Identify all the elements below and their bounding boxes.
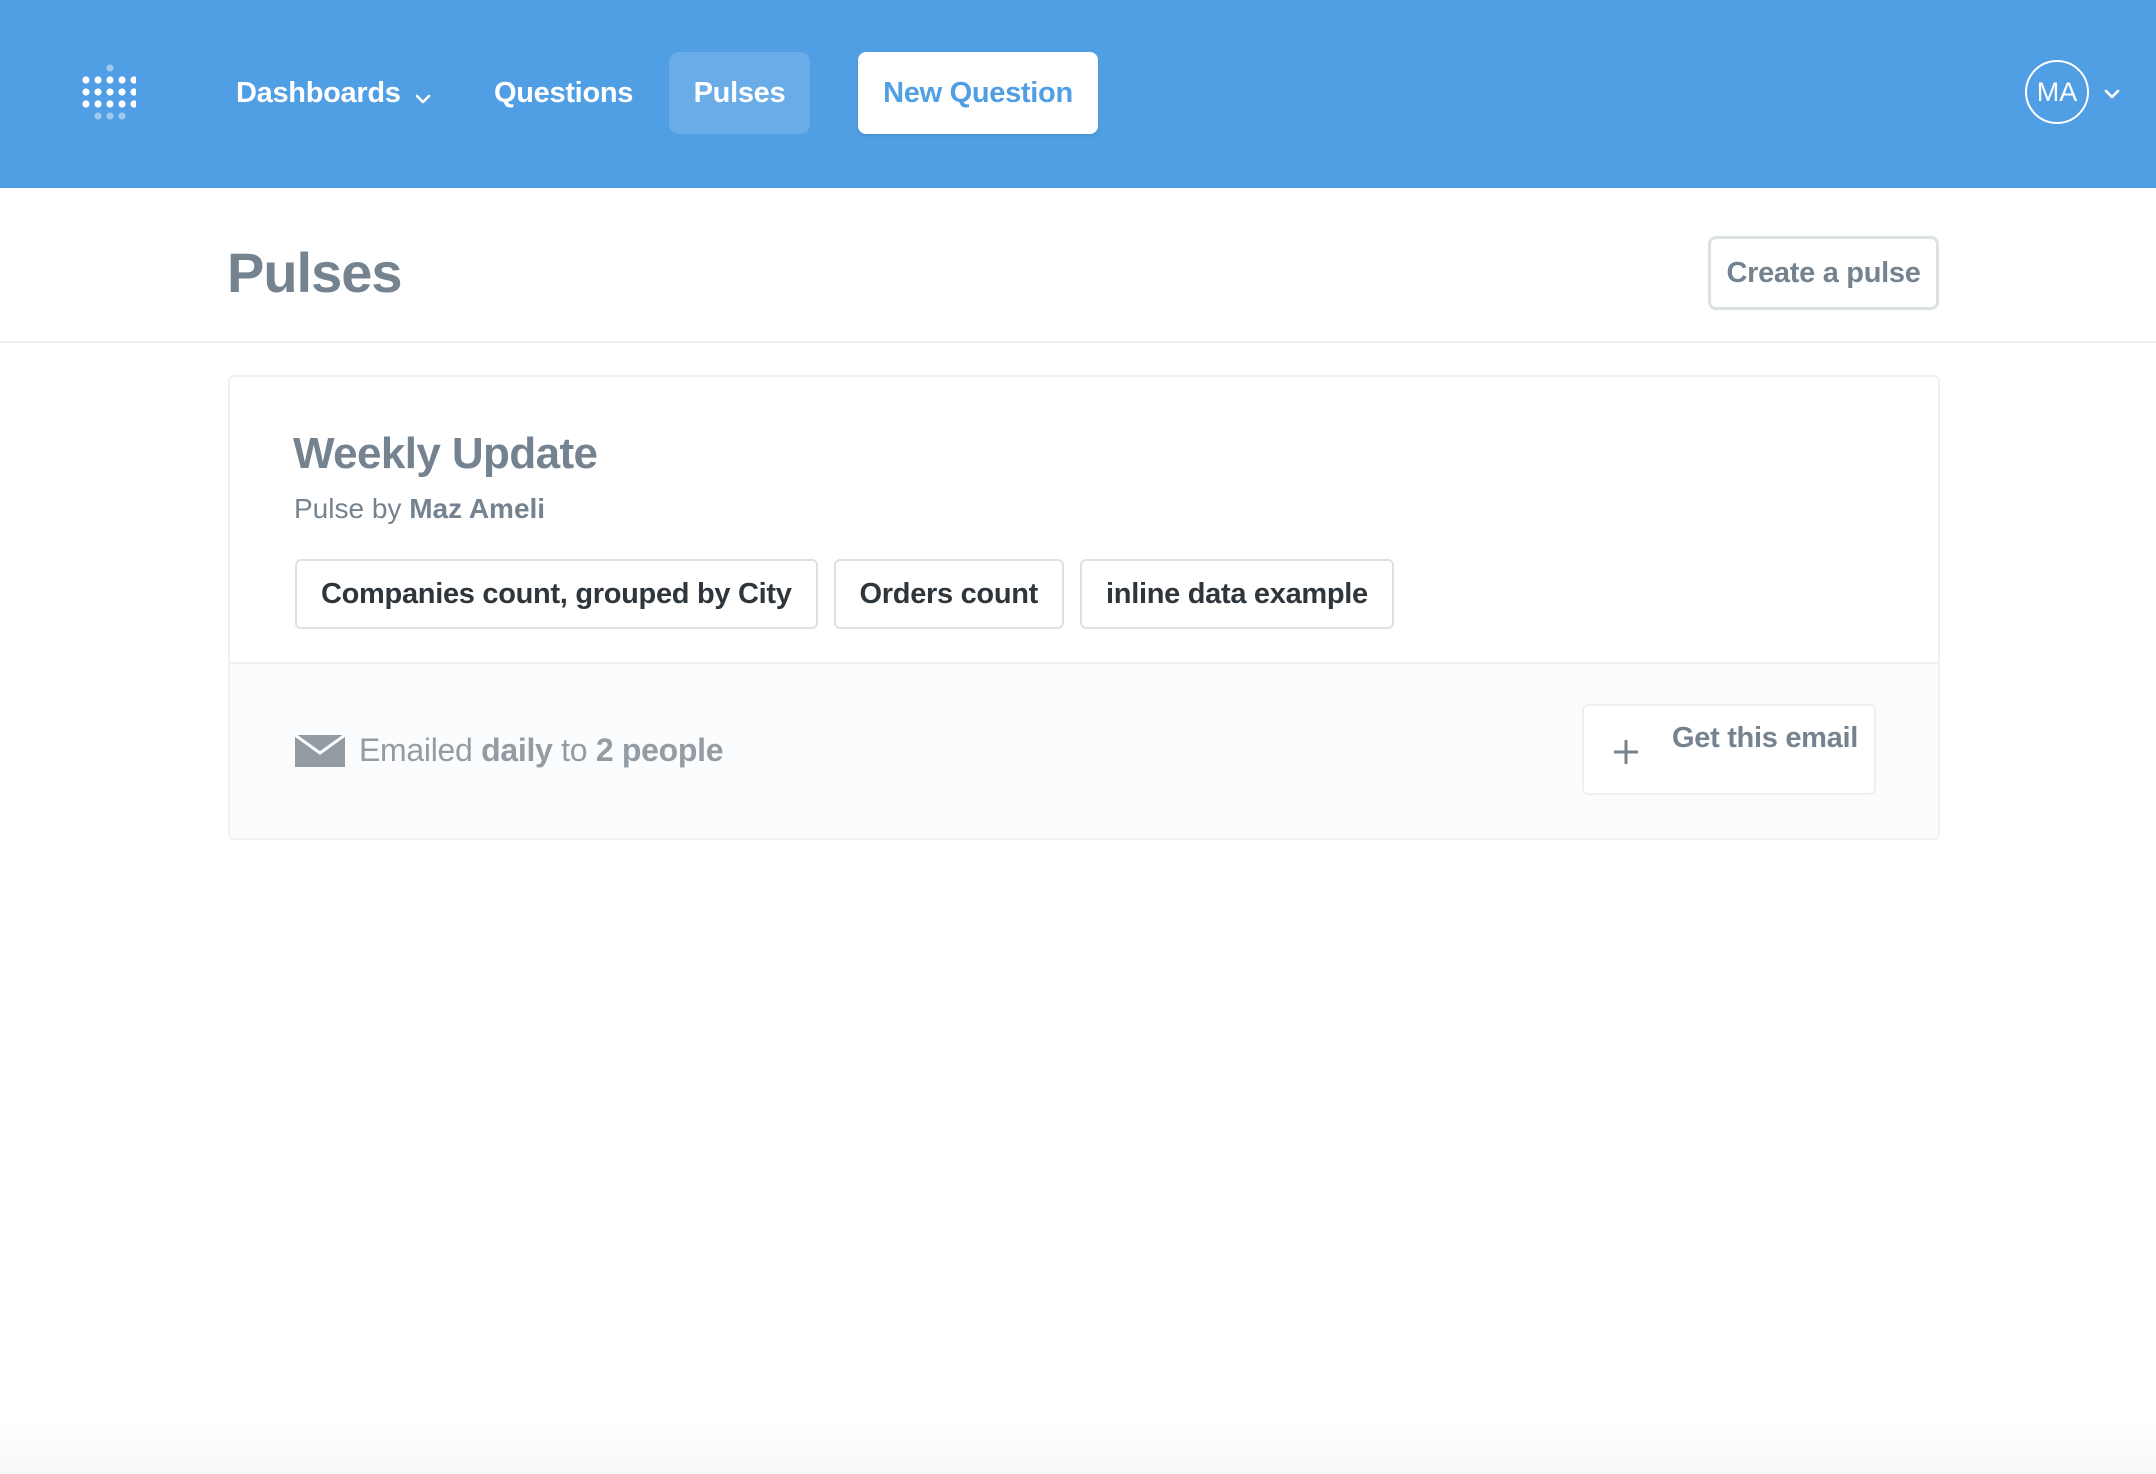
pulse-card-chip[interactable]: Companies count, grouped by City <box>295 559 818 629</box>
new-question-button[interactable]: New Question <box>858 52 1098 134</box>
pulse-creator: Maz Ameli <box>409 493 546 524</box>
metabase-logo-icon[interactable] <box>80 58 136 128</box>
create-pulse-button[interactable]: Create a pulse <box>1708 236 1939 310</box>
pulse-creator-line: Pulse by Maz Ameli <box>294 493 545 525</box>
nav-dashboards[interactable]: Dashboards <box>236 52 431 134</box>
nav-questions[interactable]: Questions <box>494 52 633 134</box>
schedule-recipients: 2 people <box>595 732 724 768</box>
nav-dashboards-label: Dashboards <box>236 76 401 109</box>
plus-icon <box>1613 739 1639 769</box>
pulse-card-body: Weekly Update Pulse by Maz Ameli Compani… <box>230 377 1938 662</box>
pulse-card-chip[interactable]: Orders count <box>833 559 1065 629</box>
top-navbar: Dashboards Questions Pulses New Question… <box>0 0 2156 188</box>
mail-icon <box>294 733 346 772</box>
pulse-by-prefix: Pulse by <box>294 493 402 524</box>
chevron-down-icon[interactable] <box>2104 86 2120 104</box>
nav-pulses[interactable]: Pulses <box>669 52 810 134</box>
page-title: Pulses <box>227 241 403 304</box>
pulse-card-footer: Emailed daily to 2 people Get this email <box>230 662 1938 838</box>
get-this-email-button[interactable]: Get this email <box>1582 704 1876 795</box>
schedule-frequency: daily <box>481 732 553 768</box>
get-this-email-label: Get this email <box>1672 722 1858 754</box>
window-bottom-edge <box>0 1424 2156 1474</box>
user-avatar[interactable]: MA <box>2025 60 2089 124</box>
pulse-card: Weekly Update Pulse by Maz Ameli Compani… <box>228 375 1940 840</box>
pulse-name[interactable]: Weekly Update <box>293 429 598 479</box>
schedule-mid: to <box>561 732 588 768</box>
pulse-card-chip[interactable]: inline data example <box>1080 559 1394 629</box>
page-header: Pulses Create a pulse <box>0 188 2156 343</box>
chevron-down-icon <box>415 79 431 112</box>
pulse-schedule: Emailed daily to 2 people <box>359 732 724 769</box>
pulse-cards-list: Companies count, grouped by City Orders … <box>295 559 1394 629</box>
schedule-prefix: Emailed <box>359 732 473 768</box>
